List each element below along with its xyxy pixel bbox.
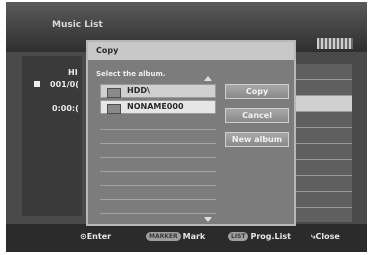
empty-row — [100, 116, 216, 130]
prog-list-hint: LIST Prog.List — [228, 232, 291, 241]
scroll-up-icon[interactable] — [204, 76, 212, 81]
background-header: HI — [68, 68, 78, 77]
screen: Music List HI 001/0( 0:00:( ⊙Enter MARKE… — [6, 2, 367, 252]
background-track-list — [296, 64, 352, 222]
empty-row — [100, 186, 216, 200]
background-item: 001/0( — [50, 80, 79, 89]
empty-row — [100, 172, 216, 186]
cancel-button[interactable]: Cancel — [225, 108, 289, 123]
scroll-down-icon[interactable] — [204, 217, 212, 222]
album-list: HDD\ NONAME000 — [100, 84, 216, 216]
new-album-button[interactable]: New album — [225, 132, 289, 147]
list-button-icon: LIST — [228, 232, 249, 241]
empty-row — [100, 130, 216, 144]
mark-hint: MARKER Mark — [146, 232, 205, 241]
screen-title: Music List — [52, 20, 103, 30]
checkbox-icon — [34, 81, 40, 87]
decorative-pattern — [317, 38, 353, 49]
album-item-hdd[interactable]: HDD\ — [100, 84, 216, 98]
mark-label: Mark — [182, 232, 206, 241]
enter-label: Enter — [86, 232, 112, 241]
background-time: 0:00:( — [52, 104, 79, 113]
album-label: NONAME000 — [127, 102, 184, 111]
prog-list-label: Prog.List — [250, 232, 291, 241]
copy-dialog: Copy Select the album. HDD\ NONAME000 Co… — [86, 40, 296, 226]
dialog-title: Copy — [88, 42, 294, 60]
empty-row — [100, 144, 216, 158]
background-selected-track — [296, 95, 352, 111]
close-hint: ⤷Close — [311, 232, 340, 241]
empty-row — [100, 200, 216, 214]
folder-icon — [107, 88, 121, 98]
dialog-prompt: Select the album. — [96, 70, 166, 78]
album-item-noname000[interactable]: NONAME000 — [100, 100, 216, 114]
folder-icon — [107, 104, 121, 114]
copy-button[interactable]: Copy — [225, 84, 289, 99]
marker-button-icon: MARKER — [146, 232, 181, 241]
album-label: HDD\ — [127, 86, 150, 95]
enter-hint: ⊙Enter — [80, 232, 112, 241]
close-label: Close — [315, 232, 340, 241]
empty-row — [100, 158, 216, 172]
